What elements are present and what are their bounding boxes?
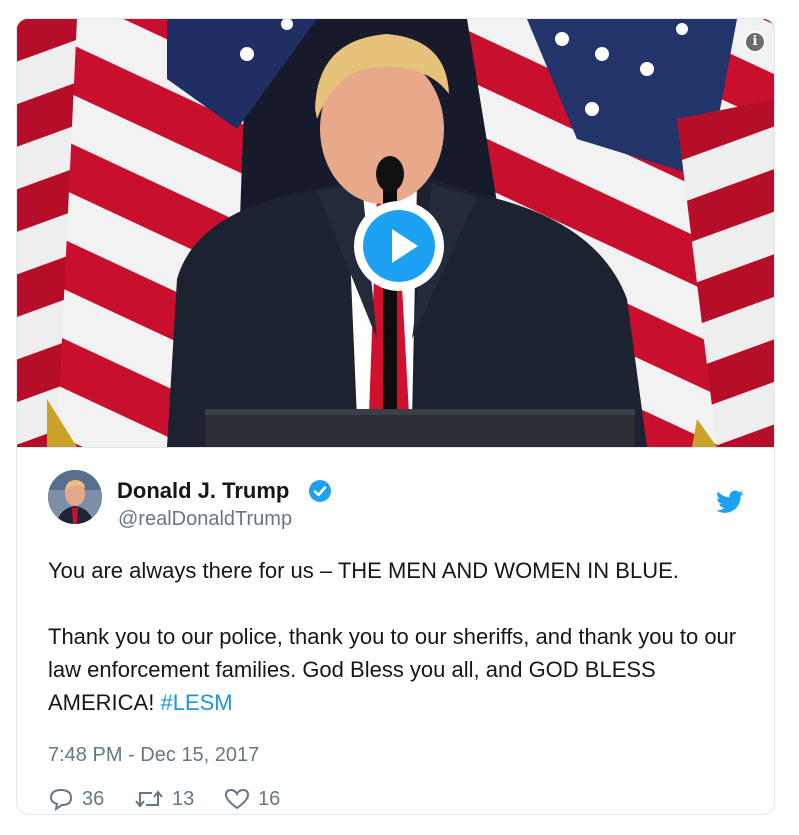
retweet-count: 13 xyxy=(172,787,195,810)
author-name[interactable]: Donald J. Trump xyxy=(117,478,289,504)
play-button-circle xyxy=(363,210,435,282)
tweet-card: i Donald J. Trump @realDonaldTrump You a… xyxy=(16,18,775,815)
video-thumbnail[interactable]: i xyxy=(17,19,774,447)
like-count: 16 xyxy=(258,787,281,810)
tweet-paragraph-2-text: Thank you to our police, thank you to ou… xyxy=(48,624,737,715)
tweet-paragraph-2: Thank you to our police, thank you to ou… xyxy=(48,620,748,719)
info-glyph: i xyxy=(752,34,758,49)
avatar[interactable] xyxy=(48,470,102,524)
hashtag-link[interactable]: #LESM xyxy=(160,690,232,715)
retweet-button[interactable]: 13 xyxy=(134,784,194,814)
tweet-paragraph-1: You are always there for us – THE MEN AN… xyxy=(48,558,679,583)
verified-badge-icon xyxy=(309,480,331,502)
retweet-icon xyxy=(135,790,163,808)
play-button[interactable] xyxy=(354,201,444,291)
tweet-body: Donald J. Trump @realDonaldTrump You are… xyxy=(17,447,774,814)
reply-icon xyxy=(49,788,73,811)
tweet-text: You are always there for us – THE MEN AN… xyxy=(48,554,748,719)
author-handle[interactable]: @realDonaldTrump xyxy=(118,508,292,531)
play-icon xyxy=(392,229,418,263)
twitter-bird-icon[interactable] xyxy=(716,490,744,514)
reply-count: 36 xyxy=(82,787,105,810)
like-button[interactable]: 16 xyxy=(224,784,280,814)
heart-icon xyxy=(224,788,250,810)
info-icon[interactable]: i xyxy=(744,31,766,53)
tweet-timestamp[interactable]: 7:48 PM - Dec 15, 2017 xyxy=(48,744,259,767)
avatar-image xyxy=(48,470,102,524)
reply-button[interactable]: 36 xyxy=(48,784,104,814)
